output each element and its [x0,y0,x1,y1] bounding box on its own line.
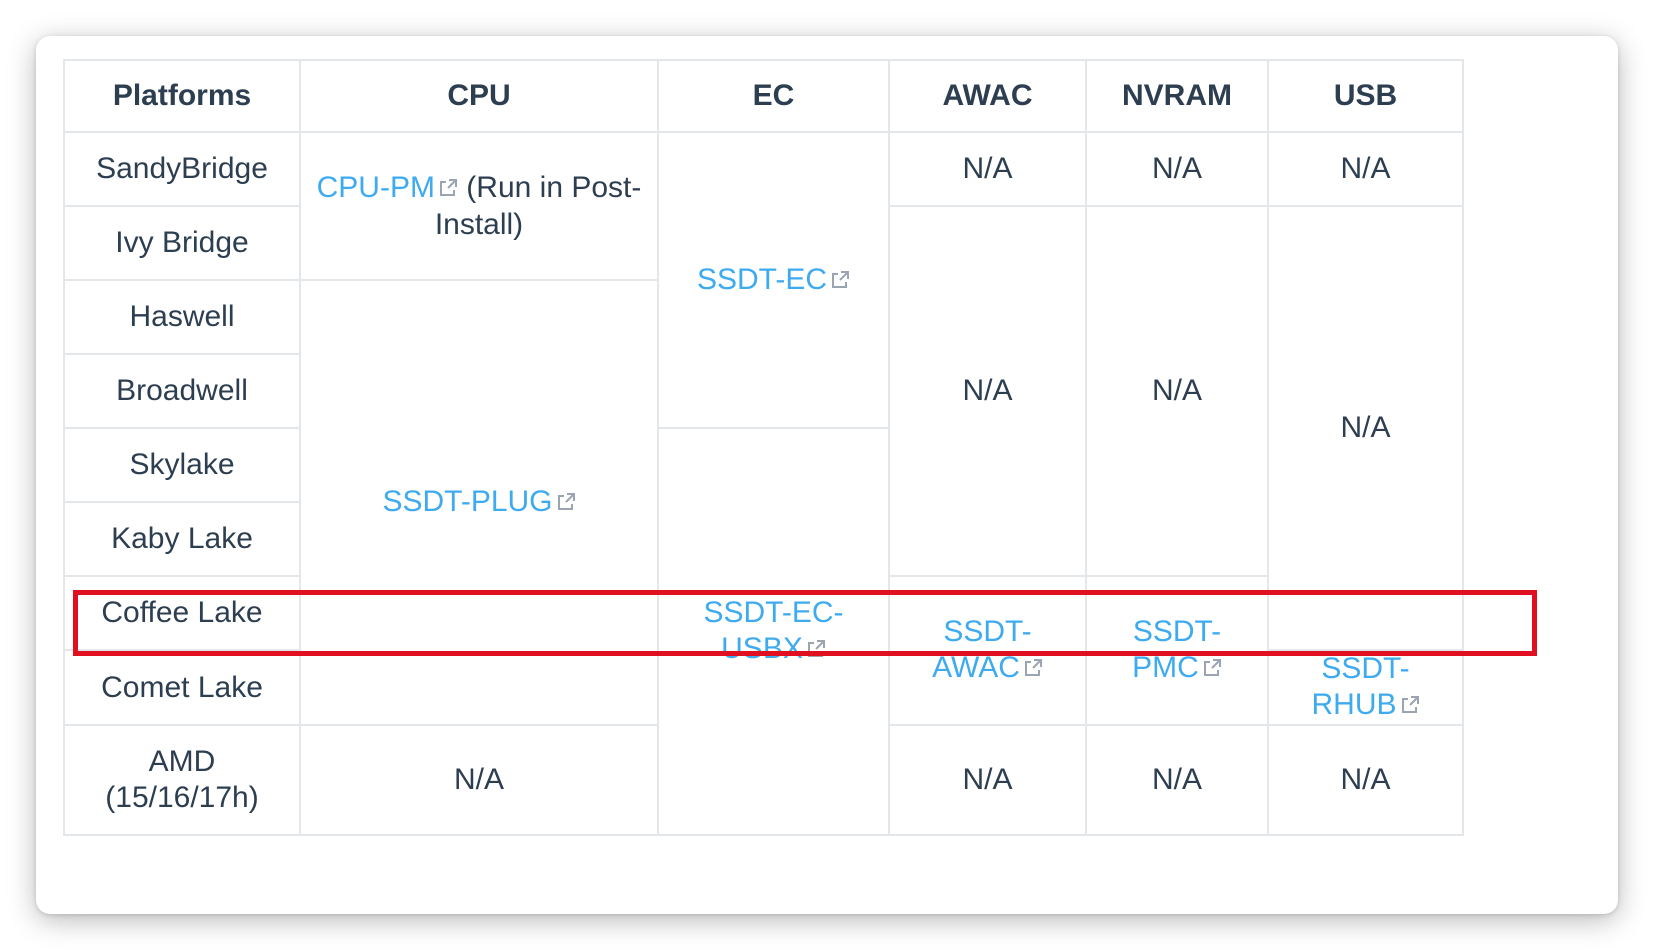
header-ec: EC [657,59,890,133]
usb-mid-cell: N/A [1267,205,1464,651]
awac-mid-cell: N/A [888,205,1087,577]
nvram-mid-cell: N/A [1085,205,1269,577]
usb-ssdt-rhub-cell: SSDT-RHUB [1267,649,1464,726]
external-link-icon [1023,651,1043,687]
ssdt-ec-link[interactable]: SSDT-EC [697,263,850,296]
platform-sandybridge: SandyBridge [63,131,301,207]
external-link-icon [438,171,458,207]
platform-amd: AMD (15/16/17h) [63,724,301,836]
ec-ssdt-ec-cell: SSDT-EC [657,131,890,429]
platform-ssdt-table: Platforms CPU EC AWAC NVRAM USB SandyBri… [63,59,1464,836]
platform-coffee-lake: Coffee Lake [63,575,301,651]
ssdt-pmc-link[interactable]: SSDT-PMC [1132,615,1222,684]
nvram-ssdt-pmc-cell: SSDT-PMC [1085,575,1269,726]
usb-sandybridge: N/A [1267,131,1464,207]
awac-amd: N/A [888,724,1087,836]
nvram-amd: N/A [1085,724,1269,836]
header-usb: USB [1267,59,1464,133]
external-link-icon [830,263,850,299]
platform-comet-lake: Comet Lake [63,649,301,726]
platform-kaby-lake: Kaby Lake [63,501,301,577]
platform-broadwell: Broadwell [63,353,301,429]
ssdt-awac-link[interactable]: SSDT-AWAC [932,615,1043,684]
ssdt-plug-link[interactable]: SSDT-PLUG [382,485,575,518]
platform-ivy-bridge: Ivy Bridge [63,205,301,281]
awac-sandybridge: N/A [888,131,1087,207]
usb-amd: N/A [1267,724,1464,836]
header-nvram: NVRAM [1085,59,1269,133]
external-link-icon [556,485,576,521]
header-cpu: CPU [299,59,659,133]
header-awac: AWAC [888,59,1087,133]
cpu-pm-link[interactable]: CPU-PM [317,171,458,204]
external-link-icon [1202,651,1222,687]
platform-skylake: Skylake [63,427,301,503]
header-platforms: Platforms [63,59,301,133]
ec-ssdt-ec-usbx-cell: SSDT-EC-USBX [657,427,890,836]
external-link-icon [806,632,826,668]
ssdt-rhub-link[interactable]: SSDT-RHUB [1311,652,1419,721]
ssdt-ec-usbx-link[interactable]: SSDT-EC-USBX [703,596,843,665]
cpu-amd: N/A [299,724,659,836]
cpu-pm-note: (Run in Post-Install) [434,170,642,241]
nvram-sandybridge: N/A [1085,131,1269,207]
platform-haswell: Haswell [63,279,301,355]
cpu-ssdt-plug-cell: SSDT-PLUG [299,279,659,726]
external-link-icon [1400,688,1420,724]
awac-ssdt-awac-cell: SSDT-AWAC [888,575,1087,726]
cpu-pm-cell: CPU-PM (Run in Post-Install) [299,131,659,281]
